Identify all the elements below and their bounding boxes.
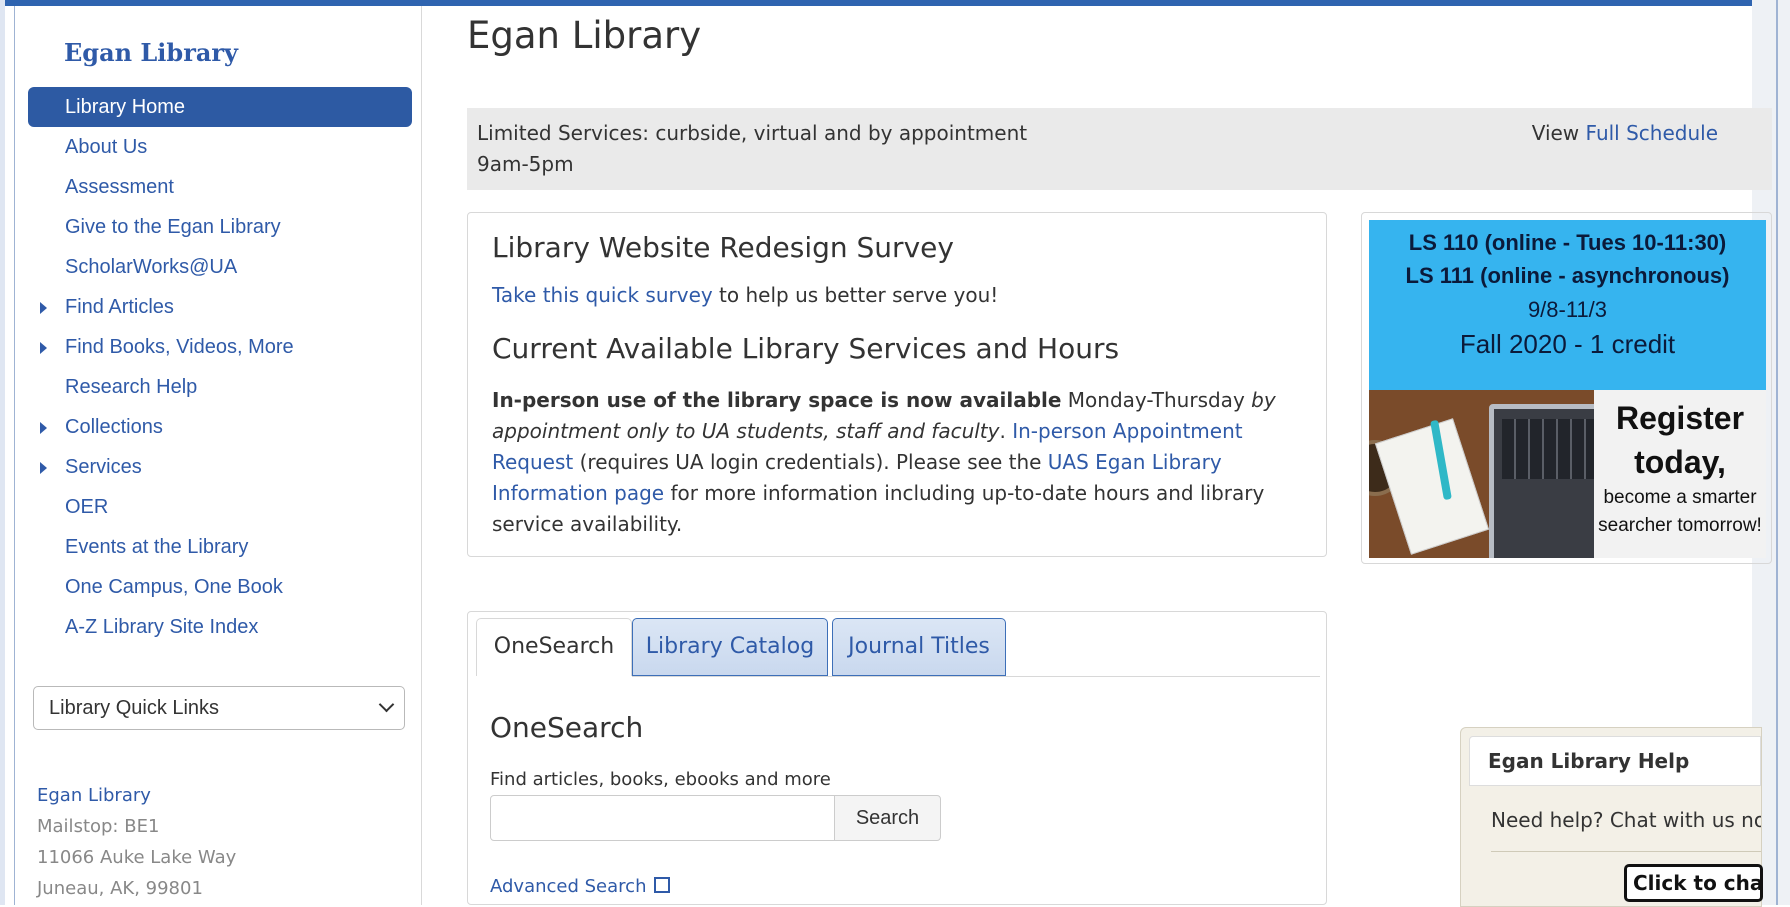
sidebar-item-assessment[interactable]: Assessment [28,167,412,207]
view-prefix: View [1531,121,1580,145]
search-input[interactable] [490,795,835,841]
sidebar-item-label: One Campus, One Book [65,576,283,598]
search-button[interactable]: Search [834,795,941,841]
services-text: . [999,419,1013,443]
services-heading: Current Available Library Services and H… [492,332,1120,365]
address-mailstop: Mailstop: BE1 [37,816,160,837]
chat-help-text: Need help? Chat with us now [1491,808,1761,832]
services-panel: Library Website Redesign Survey Take thi… [467,212,1327,557]
tab-library-catalog[interactable]: Library Catalog [632,618,828,676]
hours-time: 9am-5pm [477,152,574,176]
sidebar-item-find-books[interactable]: Find Books, Videos, More [28,327,412,367]
promo-cta-line-3: become a smarter searcher tomorrow! [1598,487,1762,536]
sidebar-item-label: Research Help [65,376,198,398]
promo-cta-line-1: Register [1615,400,1745,436]
advanced-search-link[interactable]: Advanced Search [490,876,671,897]
library-address: Egan Library Mailstop: BE1 11066 Auke La… [37,780,236,904]
chevron-down-icon [378,696,395,713]
sidebar-item-find-articles[interactable]: Find Articles [28,287,412,327]
quick-links-selected: Library Quick Links [49,697,220,719]
sidebar-nav: Library Home About Us Assessment Give to… [28,87,412,647]
laptop-image [1489,404,1594,558]
sidebar-title[interactable]: Egan Library [64,38,238,67]
address-name-link[interactable]: Egan Library [37,780,236,811]
notepad-image [1374,418,1490,555]
survey-line: Take this quick survey to help us better… [492,283,998,307]
page-title: Egan Library [467,14,702,57]
services-paragraph: In-person use of the library space is no… [492,385,1307,540]
schedule-link-group: View Full Schedule [1532,118,1718,149]
chat-help-title[interactable]: Egan Library Help [1469,736,1761,786]
sidebar-item-oer[interactable]: OER [28,487,412,527]
sidebar-item-one-campus[interactable]: One Campus, One Book [28,567,412,607]
sidebar-item-library-home[interactable]: Library Home [28,87,412,127]
sidebar-item-research-help[interactable]: Research Help [28,367,412,407]
sidebar: Egan Library Library Home About Us Asses… [15,6,422,905]
tab-divider [632,676,1320,677]
course-promo-banner[interactable]: LS 110 (online - Tues 10-11:30) LS 111 (… [1361,212,1772,564]
click-to-chat-button[interactable]: Click to chat [1624,864,1763,902]
onesearch-heading: OneSearch [490,711,644,744]
survey-link[interactable]: Take this quick survey [492,283,713,307]
sidebar-item-label: Find Articles [65,296,174,318]
sidebar-item-label: Collections [65,416,163,438]
sidebar-item-collections[interactable]: Collections [28,407,412,447]
promo-photo [1369,390,1594,558]
sidebar-item-give[interactable]: Give to the Egan Library [28,207,412,247]
search-panel: OneSearch Library Catalog Journal Titles… [467,611,1327,905]
caret-right-icon[interactable] [40,422,47,434]
sidebar-item-label: About Us [65,136,148,158]
tab-onesearch[interactable]: OneSearch [476,618,632,676]
promo-cta-line-2: today, [1634,444,1726,480]
quick-links-select[interactable]: Library Quick Links [33,686,405,730]
services-text: Monday-Thursday [1061,388,1252,412]
tab-journal-titles[interactable]: Journal Titles [832,618,1006,676]
sidebar-item-label: Services [65,456,142,478]
sidebar-item-label: OER [65,496,109,518]
promo-course-info: LS 110 (online - Tues 10-11:30) LS 111 (… [1369,220,1766,390]
sidebar-item-about-us[interactable]: About Us [28,127,412,167]
full-schedule-link[interactable]: Full Schedule [1586,121,1718,145]
external-link-icon [654,877,671,893]
caret-right-icon[interactable] [40,462,47,474]
sidebar-item-events[interactable]: Events at the Library [28,527,412,567]
sidebar-item-label: Events at the Library [65,536,249,558]
advanced-search-label: Advanced Search [490,876,647,897]
chat-help-divider [1491,851,1761,852]
window-left-border [0,0,5,905]
sidebar-item-label: Find Books, Videos, More [65,336,294,358]
sidebar-item-label: A-Z Library Site Index [65,616,259,638]
promo-line-2: LS 111 (online - asynchronous) [1405,263,1730,288]
promo-line-3: 9/8-11/3 [1527,297,1608,322]
services-text: (requires UA login credentials). Please … [573,450,1048,474]
chat-help-widget: Egan Library Help Need help? Chat with u… [1460,727,1763,907]
laptop-keys [1502,419,1594,479]
address-street: 11066 Auke Lake Way [37,847,237,868]
window-right-line [1776,0,1778,905]
caret-right-icon[interactable] [40,302,47,314]
promo-cta: Register today, become a smarter searche… [1594,390,1766,558]
hours-status: Limited Services: curbside, virtual and … [477,118,1027,180]
promo-line-4: Fall 2020 - 1 credit [1459,329,1676,359]
sidebar-item-label: ScholarWorks@UA [65,256,238,278]
hours-banner: Limited Services: curbside, virtual and … [467,108,1772,190]
caret-right-icon[interactable] [40,342,47,354]
survey-text: to help us better serve you! [712,283,999,307]
sidebar-item-services[interactable]: Services [28,447,412,487]
survey-heading: Library Website Redesign Survey [492,231,954,264]
sidebar-item-scholarworks[interactable]: ScholarWorks@UA [28,247,412,287]
onesearch-description: Find articles, books, ebooks and more [490,769,831,790]
sidebar-item-label: Assessment [65,176,174,198]
address-city: Juneau, AK, 99801 [37,878,203,899]
sidebar-item-az-index[interactable]: A-Z Library Site Index [28,607,412,647]
promo-line-1: LS 110 (online - Tues 10-11:30) [1408,230,1727,255]
services-bold: In-person use of the library space is no… [492,388,1062,412]
sidebar-item-label: Give to the Egan Library [65,216,281,238]
sidebar-item-label: Library Home [65,96,186,118]
hours-status-text: Limited Services: curbside, virtual and … [477,121,1028,145]
